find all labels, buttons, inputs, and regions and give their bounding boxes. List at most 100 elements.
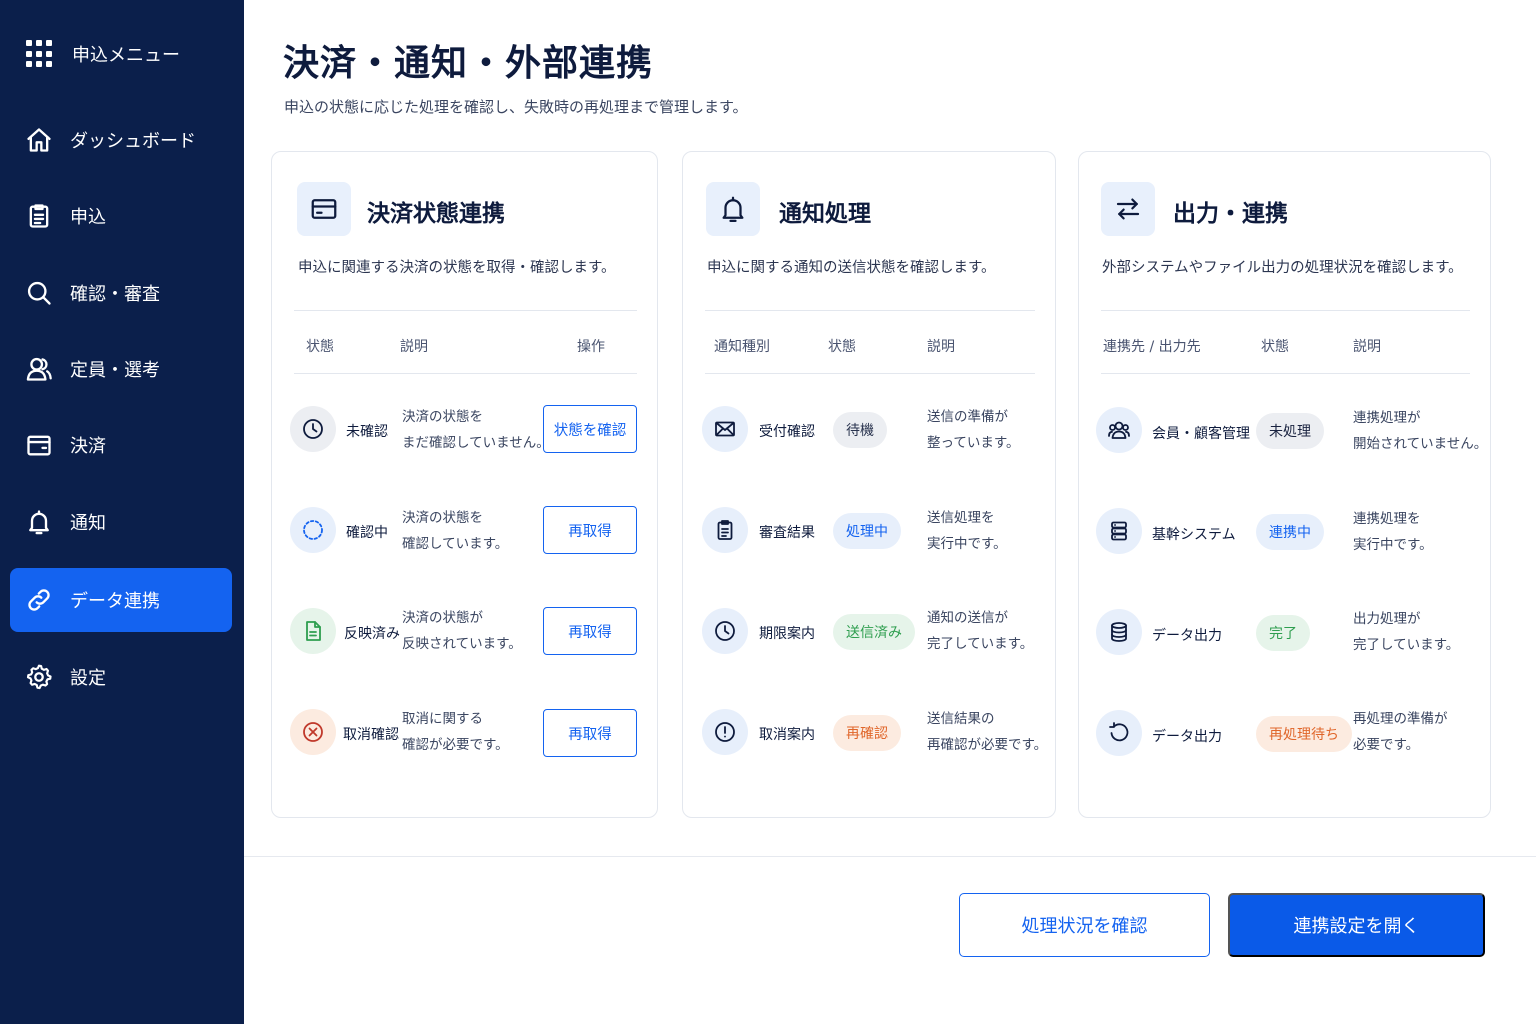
card-description: 申込に関連する決済の状態を取得・確認します。: [298, 260, 616, 276]
sidebar-item-label: ダッシュボード: [70, 131, 196, 152]
column-header-description: 説明: [927, 339, 955, 355]
users-icon: [24, 354, 54, 384]
status-badge: 完了: [1256, 615, 1310, 651]
integration-card: 出力・連携 外部システムやファイル出力の処理状況を確認します。 連携先 / 出力…: [1078, 151, 1491, 818]
column-header-target: 連携先 / 出力先: [1103, 339, 1201, 355]
column-header-action: 操作: [577, 339, 605, 355]
sidebar-item-payment[interactable]: 決済: [10, 413, 232, 477]
status-label: 確認中: [346, 525, 388, 541]
clock-icon: [702, 608, 748, 654]
status-badge: 再処理待ち: [1256, 716, 1352, 752]
sidebar: 申込メニュー ダッシュボード 申込 確認・審査 定員・選考 決済 通知 データ連…: [0, 0, 244, 1024]
document-icon: [290, 608, 336, 654]
sidebar-item-capacity[interactable]: 定員・選考: [10, 337, 232, 401]
clipboard-icon: [24, 201, 54, 231]
users-icon: [1096, 407, 1142, 453]
sidebar-item-label: 確認・審査: [70, 284, 160, 305]
sidebar-item-settings[interactable]: 設定: [10, 645, 232, 709]
sidebar-item-label: 決済: [70, 436, 106, 457]
check-processing-status-button[interactable]: 処理状況を確認: [959, 893, 1210, 957]
notification-type: 取消案内: [759, 727, 815, 743]
database-icon: [1096, 609, 1142, 655]
gear-icon: [24, 662, 54, 692]
server-icon: [1096, 508, 1142, 554]
sidebar-item-label: 通知: [70, 513, 106, 534]
status-label: 反映済み: [344, 626, 400, 642]
cancel-icon: [290, 709, 336, 755]
status-label: 取消確認: [343, 727, 399, 743]
footer-divider: [244, 856, 1536, 857]
sidebar-item-applications[interactable]: 申込: [10, 184, 232, 248]
refetch-button[interactable]: 再取得: [543, 506, 637, 554]
status-description: 通知の送信が 完了しています。: [927, 610, 1034, 652]
column-header-status: 状態: [1261, 339, 1289, 355]
column-header-status: 状態: [306, 339, 334, 355]
clipboard-icon: [702, 507, 748, 553]
home-icon: [24, 125, 54, 155]
divider: [294, 310, 637, 311]
status-description: 決済の状態を まだ確認していません。: [402, 409, 550, 451]
column-header-description: 説明: [400, 339, 428, 355]
payment-status-card: 決済状態連携 申込に関連する決済の状態を取得・確認します。 状態 説明 操作 未…: [271, 151, 658, 818]
status-description: 決済の状態が 反映されています。: [402, 610, 522, 652]
status-description: 取消に関する 確認が必要です。: [402, 711, 509, 753]
card-description: 外部システムやファイル出力の処理状況を確認します。: [1102, 260, 1463, 276]
status-badge: 待機: [833, 412, 887, 448]
card-title: 出力・連携: [1173, 201, 1288, 227]
open-integration-settings-button[interactable]: 連携設定を開く: [1228, 893, 1485, 957]
search-icon: [24, 278, 54, 308]
status-description: 送信処理を 実行中です。: [927, 510, 1007, 552]
app-grid-icon: [26, 40, 54, 68]
sidebar-item-dashboard[interactable]: ダッシュボード: [10, 108, 232, 172]
page-title: 決済・通知・外部連携: [283, 43, 654, 84]
notification-card: 通知処理 申込に関する通知の送信状態を確認します。 通知種別 状態 説明 受付確…: [682, 151, 1056, 818]
wallet-icon: [24, 430, 54, 460]
status-badge: 処理中: [833, 513, 901, 549]
sidebar-item-label: 設定: [70, 668, 106, 689]
divider: [294, 373, 637, 374]
integration-target: データ出力: [1152, 628, 1222, 644]
status-description: 決済の状態を 確認しています。: [402, 510, 509, 552]
refetch-button[interactable]: 再取得: [543, 709, 637, 757]
refresh-icon: [1096, 710, 1142, 756]
menu-header[interactable]: 申込メニュー: [26, 40, 180, 68]
notification-type: 審査結果: [759, 525, 815, 541]
card-title: 決済状態連携: [367, 201, 505, 227]
alert-icon: [702, 709, 748, 755]
divider: [705, 310, 1035, 311]
bell-icon: [706, 182, 760, 236]
integration-target: 基幹システム: [1152, 527, 1236, 543]
notification-type: 期限案内: [759, 626, 815, 642]
refetch-button[interactable]: 再取得: [543, 607, 637, 655]
check-status-button[interactable]: 状態を確認: [543, 405, 637, 453]
sidebar-item-label: 定員・選考: [70, 360, 160, 381]
status-label: 未確認: [346, 424, 388, 440]
page-subtitle: 申込の状態に応じた処理を確認し、失敗時の再処理まで管理します。: [284, 98, 748, 116]
divider: [1101, 373, 1470, 374]
clock-icon: [290, 406, 336, 452]
status-description: 再処理の準備が 必要です。: [1353, 711, 1448, 753]
sidebar-item-data-integration[interactable]: データ連携: [10, 568, 232, 632]
divider: [1101, 310, 1470, 311]
column-header-description: 説明: [1353, 339, 1381, 355]
status-description: 出力処理が 完了しています。: [1353, 611, 1460, 653]
column-header-type: 通知種別: [714, 339, 770, 355]
divider: [705, 373, 1035, 374]
status-description: 送信の準備が 整っています。: [927, 409, 1020, 451]
card-icon: [297, 182, 351, 236]
status-description: 送信結果の 再確認が必要です。: [927, 711, 1048, 753]
sidebar-item-label: 申込: [70, 207, 106, 228]
menu-title: 申込メニュー: [72, 45, 180, 66]
status-badge: 送信済み: [833, 614, 915, 650]
link-icon: [24, 585, 54, 615]
column-header-status: 状態: [828, 339, 856, 355]
mail-icon: [702, 406, 748, 452]
card-title: 通知処理: [779, 201, 871, 227]
integration-target: 会員・顧客管理: [1152, 426, 1250, 442]
sidebar-item-review[interactable]: 確認・審査: [10, 261, 232, 325]
status-badge: 連携中: [1256, 514, 1324, 550]
status-description: 連携処理を 実行中です。: [1353, 511, 1433, 553]
sidebar-item-notification[interactable]: 通知: [10, 490, 232, 554]
sidebar-item-label: データ連携: [70, 591, 160, 612]
notification-type: 受付確認: [759, 424, 815, 440]
